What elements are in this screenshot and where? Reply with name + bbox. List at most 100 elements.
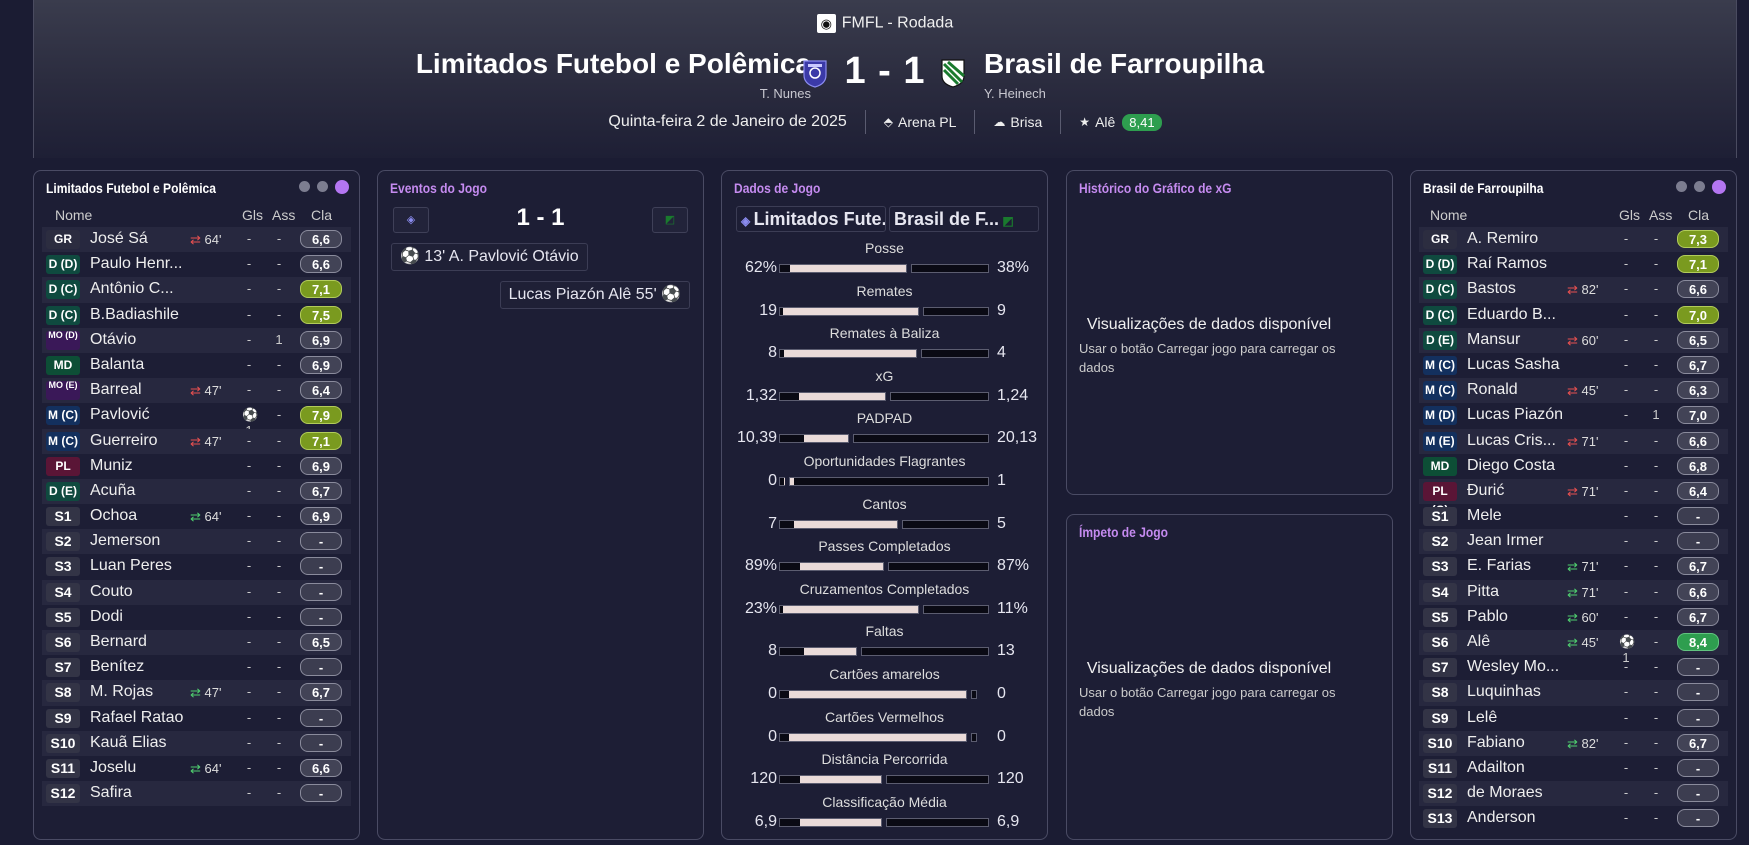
player-row[interactable]: MO (E) Barreal ⇄ 47' - - 6,4 (42, 378, 351, 404)
col-assists-header[interactable]: Ass (272, 207, 295, 223)
player-row[interactable]: D (E) Acuña - - 6,7 (42, 478, 351, 505)
player-name[interactable]: Muniz (90, 457, 133, 475)
stats-home-team[interactable]: ◈ Limitados Fute... (736, 206, 886, 232)
page-dot[interactable] (299, 181, 310, 192)
player-row[interactable]: S8 M. Rojas ⇄ 47' - - 6,7 (42, 680, 351, 706)
player-row[interactable]: D (E) Mansur ⇄ 60' - - 6,5 (1419, 327, 1728, 353)
player-row[interactable]: S2 Jean Irmer - - - (1419, 529, 1728, 555)
player-row[interactable]: S4 Couto - - - (42, 579, 351, 605)
player-name[interactable]: A. Remiro (1467, 230, 1538, 248)
page-dot[interactable] (317, 181, 328, 192)
player-name[interactable]: Bernard (90, 633, 147, 651)
player-row[interactable]: S11 Joselu ⇄ 64' - - 6,6 (42, 756, 351, 781)
stadium-name[interactable]: Arena PL (898, 114, 956, 130)
player-name[interactable]: Acuña (90, 482, 135, 500)
panel-page-dots[interactable] (299, 180, 349, 194)
player-row[interactable]: GR José Sá ⇄ 64' - - 6,6 (42, 227, 351, 253)
player-name[interactable]: Jemerson (90, 532, 160, 550)
player-row[interactable]: PL (C) Đurić ⇄ 71' - - 6,4 (1419, 478, 1728, 517)
player-name[interactable]: Adailton (1467, 759, 1525, 777)
page-dot[interactable] (1676, 181, 1687, 192)
player-row[interactable]: S8 Luquinhas - - - (1419, 680, 1728, 706)
player-name[interactable]: Luan Peres (90, 557, 172, 575)
player-name[interactable]: Lelê (1467, 709, 1497, 727)
player-row[interactable]: S1 Mele - - - (1419, 504, 1728, 529)
player-name[interactable]: Eduardo B... (1467, 306, 1556, 324)
player-name[interactable]: Jean Irmer (1467, 532, 1543, 550)
player-name[interactable]: Wesley Mo... (1467, 658, 1559, 676)
player-row[interactable]: S4 Pitta ⇄ 71' - - 6,6 (1419, 579, 1728, 605)
player-row[interactable]: S2 Jemerson - - - (42, 529, 351, 555)
col-rating-header[interactable]: Cla (1688, 207, 1709, 223)
player-of-match-name[interactable]: Alê (1095, 114, 1115, 130)
player-row[interactable]: D (C) Eduardo B... - - 7,0 (1419, 303, 1728, 328)
col-goals-header[interactable]: Gls (1619, 207, 1640, 223)
player-name[interactable]: Luquinhas (1467, 683, 1541, 701)
player-name[interactable]: Alê (1467, 633, 1490, 651)
player-row[interactable]: S10 Kauã Elias - - - (42, 730, 351, 756)
player-row[interactable]: S9 Lelê - - - (1419, 706, 1728, 731)
player-row[interactable]: S7 Wesley Mo... - - - (1419, 655, 1728, 680)
player-row[interactable]: S10 Fabiano ⇄ 82' - - 6,7 (1419, 730, 1728, 756)
col-name-header[interactable]: Nome (1430, 207, 1467, 223)
player-name[interactable]: Joselu (90, 759, 136, 777)
player-row[interactable]: D (D) Paulo Henr... - - 6,6 (42, 252, 351, 277)
col-name-header[interactable]: Nome (55, 207, 92, 223)
player-row[interactable]: M (C) Lucas Sasha - - 6,7 (1419, 353, 1728, 378)
player-name[interactable]: Pitta (1467, 583, 1499, 601)
player-row[interactable]: M (C)Pavlović⚽1-7,9 (42, 403, 351, 438)
player-name[interactable]: Pablo (1467, 608, 1508, 626)
player-name[interactable]: Fabiano (1467, 734, 1525, 752)
panel-page-dots[interactable] (1676, 180, 1726, 194)
player-row[interactable]: S7 Benítez - - - (42, 655, 351, 680)
player-row[interactable]: MD Balanta - - 6,9 (42, 353, 351, 378)
player-row[interactable]: S1 Ochoa ⇄ 64' - - 6,9 (42, 504, 351, 529)
away-team-name[interactable]: Brasil de Farroupilha (984, 48, 1264, 80)
col-rating-header[interactable]: Cla (311, 207, 332, 223)
player-name[interactable]: Ochoa (90, 507, 137, 525)
player-name[interactable]: Kauã Elias (90, 734, 167, 752)
player-row[interactable]: S6 Alê ⇄ 45' ⚽1-8,4 (1419, 630, 1728, 665)
stats-away-team[interactable]: Brasil de F... ◩ (889, 206, 1039, 232)
player-name[interactable]: Lucas Sasha (1467, 356, 1560, 374)
player-name[interactable]: Pavlović (90, 406, 150, 424)
player-row[interactable]: D (C) B.Badiashile - - 7,5 (42, 303, 351, 328)
player-row[interactable]: S12 de Moraes - - - (1419, 781, 1728, 807)
player-name[interactable]: Barreal (90, 381, 142, 399)
player-name[interactable]: Anderson (1467, 809, 1536, 827)
player-row[interactable]: S13 Anderson - - - (1419, 806, 1728, 831)
competition-title[interactable]: ◉ FMFL - Rodada (34, 14, 1736, 33)
player-row[interactable]: S3 Luan Peres - - - (42, 554, 351, 579)
page-dot-active[interactable] (335, 180, 349, 194)
player-row[interactable]: M (C) Guerreiro ⇄ 47' - - 7,1 (42, 428, 351, 454)
player-row[interactable]: PL (C) Muniz - - 6,9 (42, 454, 351, 492)
player-name[interactable]: Bastos (1467, 280, 1516, 298)
player-name[interactable]: José Sá (90, 230, 148, 248)
player-row[interactable]: S9 Rafael Ratao - - - (42, 706, 351, 731)
player-name[interactable]: Otávio (90, 331, 136, 349)
player-name[interactable]: Benítez (90, 658, 144, 676)
player-row[interactable]: S6 Bernard - - 6,5 (42, 630, 351, 656)
player-row[interactable]: GR A. Remiro - - 7,3 (1419, 227, 1728, 253)
player-name[interactable]: Lucas Piazón (1467, 406, 1563, 424)
player-name[interactable]: Mele (1467, 507, 1502, 525)
player-row[interactable]: MO (D) Otávio - 1 6,9 (42, 327, 351, 353)
player-name[interactable]: Diego Costa (1467, 457, 1555, 475)
event-home-goal[interactable]: ⚽ 13' A. Pavlović Otávio (391, 243, 588, 271)
player-row[interactable]: MD Diego Costa - - 6,8 (1419, 454, 1728, 479)
player-name[interactable]: B.Badiashile (90, 306, 179, 324)
player-name[interactable]: Balanta (90, 356, 144, 374)
player-row[interactable]: M (D) Lucas Piazón - 1 7,0 (1419, 403, 1728, 428)
page-dot[interactable] (1694, 181, 1705, 192)
player-name[interactable]: Dodi (90, 608, 123, 626)
player-row[interactable]: S3 E. Farias ⇄ 71' - - 6,7 (1419, 554, 1728, 579)
away-manager[interactable]: Y. Heinech (984, 86, 1046, 101)
player-row[interactable]: D (D) Raí Ramos - - 7,1 (1419, 252, 1728, 277)
player-name[interactable]: Lucas Cris... (1467, 432, 1556, 450)
player-row[interactable]: S5 Dodi - - - (42, 605, 351, 630)
player-name[interactable]: Raí Ramos (1467, 255, 1547, 273)
player-name[interactable]: Mansur (1467, 331, 1520, 349)
player-row[interactable]: M (C) Ronald ⇄ 45' - - 6,3 (1419, 378, 1728, 404)
col-goals-header[interactable]: Gls (242, 207, 263, 223)
player-name[interactable]: Safira (90, 784, 132, 802)
